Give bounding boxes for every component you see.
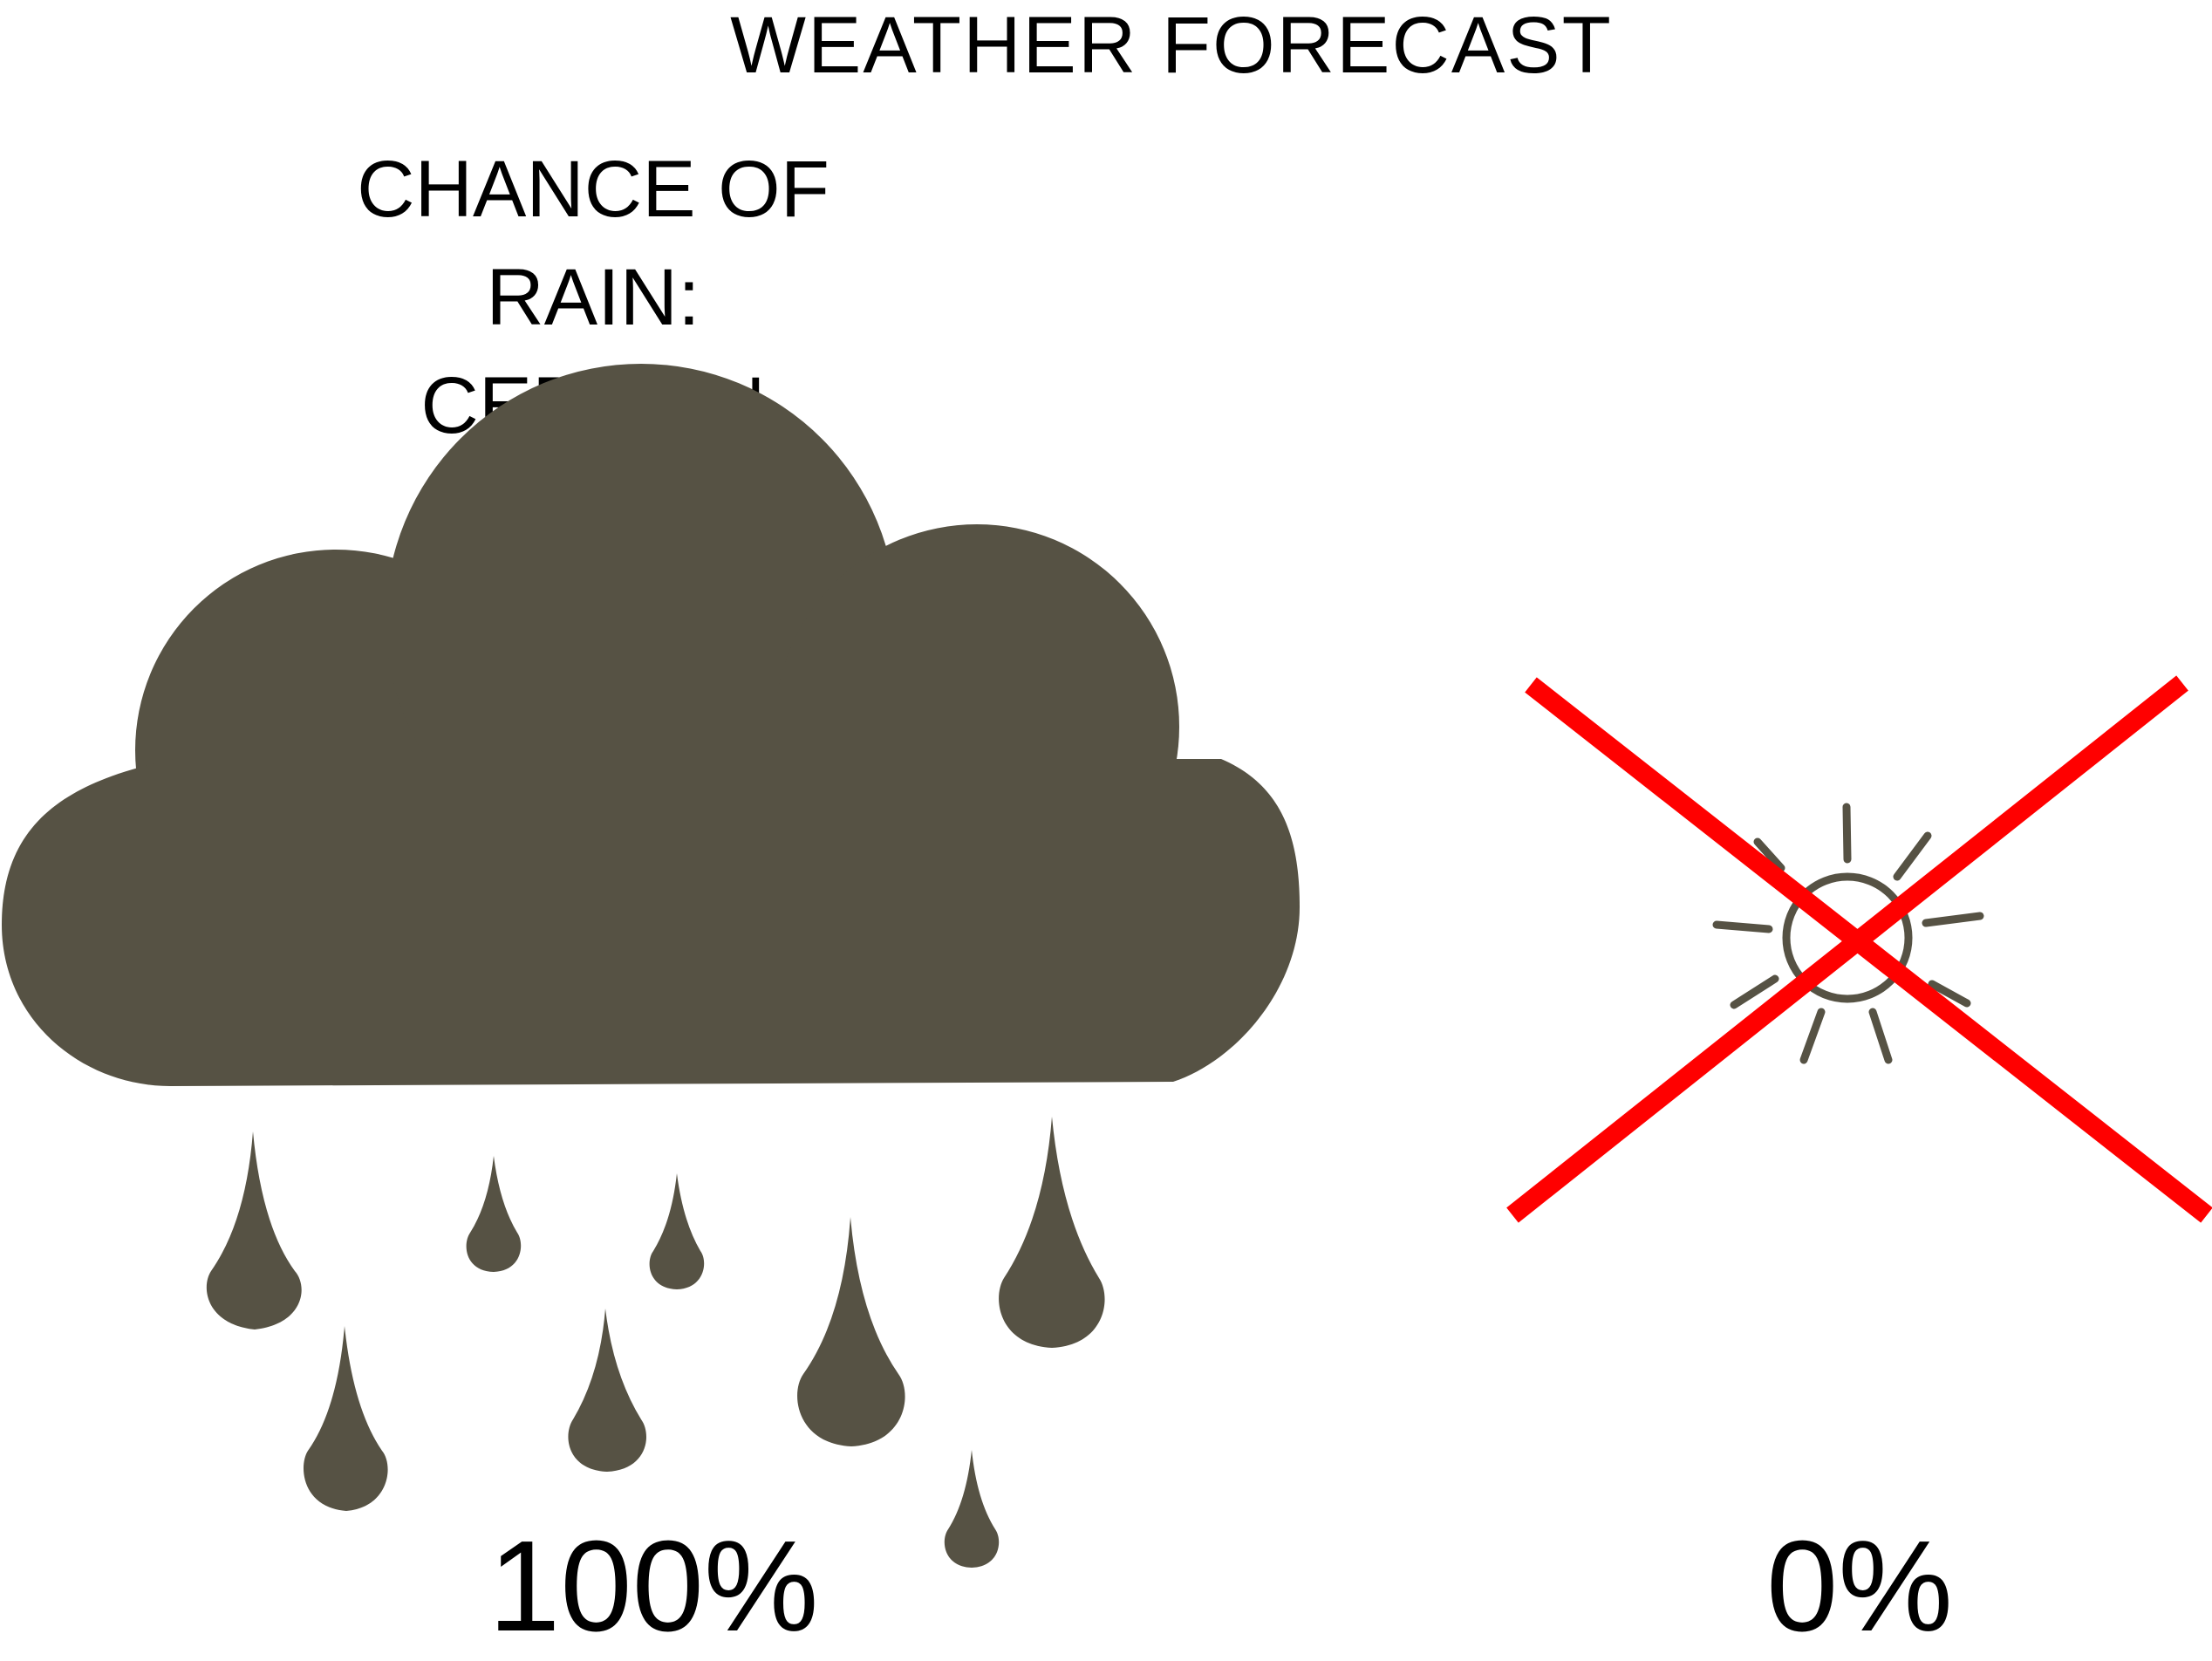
weather-illustration [2,364,2212,1568]
raindrops [206,1117,1105,1568]
red-x-icon [1506,675,2212,1223]
raindrop-icon [797,1217,905,1446]
cross-stroke [1525,677,2212,1223]
raindrop-icon [303,1326,388,1511]
raindrop-icon [944,1450,1000,1568]
sun-ray [1922,912,1984,927]
cloud-base [2,759,1300,1086]
sun-ray [1893,831,1932,881]
rain-cloud-icon [2,364,1300,1086]
raindrop-icon [999,1117,1105,1348]
raindrop-icon [206,1131,302,1329]
sun-ray [1712,920,1773,933]
cross-stroke [1506,675,2188,1223]
rain-percent-value: 100% [488,1514,819,1658]
raindrop-icon [568,1309,647,1472]
sun-ray [1799,1008,1826,1064]
sun-ray [1868,1008,1893,1064]
raindrop-icon [466,1156,522,1272]
sun-percent-value: 0% [1766,1514,1953,1658]
raindrop-icon [649,1173,705,1289]
